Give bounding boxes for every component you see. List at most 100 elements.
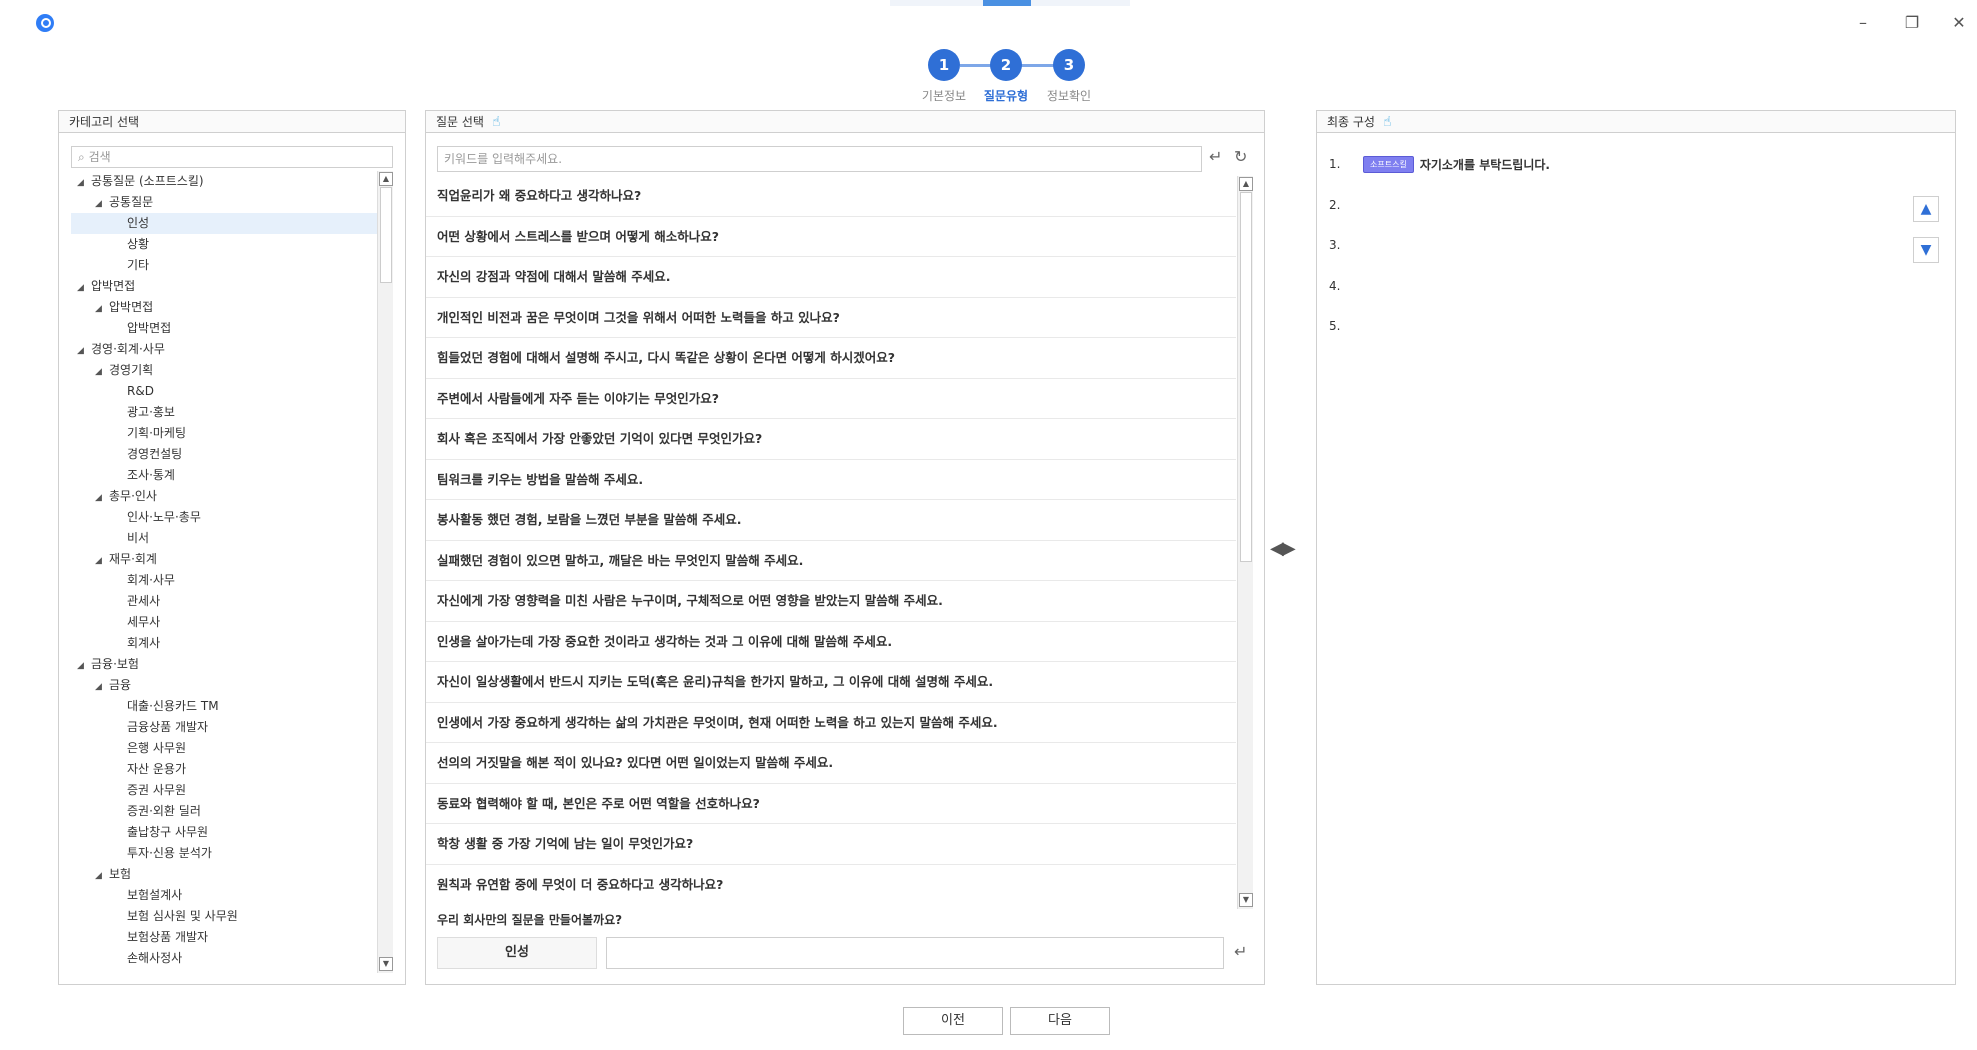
- tree-item[interactable]: ◢ 경영·회계·사무: [71, 339, 377, 360]
- question-item[interactable]: 실패했던 경험이 있으면 말하고, 깨달은 바는 무엇인지 말씀해 주세요.: [426, 541, 1236, 581]
- scroll-down-icon[interactable]: ▼: [1239, 893, 1253, 907]
- submit-enter-icon[interactable]: ↵: [1234, 942, 1247, 961]
- question-item[interactable]: 인생에서 가장 중요하게 생각하는 삶의 가치관은 무엇이며, 현재 어떠한 노…: [426, 703, 1236, 743]
- final-item[interactable]: 5.: [1329, 316, 1363, 336]
- final-item[interactable]: 4.: [1329, 276, 1363, 296]
- expand-triangle-icon[interactable]: ◢: [95, 677, 109, 696]
- next-button[interactable]: 다음: [1010, 1007, 1110, 1035]
- question-item[interactable]: 학창 생활 중 가장 기억에 남는 일이 무엇인가요?: [426, 824, 1236, 865]
- tree-item[interactable]: 압박면접: [71, 318, 377, 339]
- tree-item[interactable]: ◢ 공통질문: [71, 192, 377, 213]
- expand-triangle-icon[interactable]: ◢: [77, 656, 91, 675]
- tree-item[interactable]: 인성: [71, 213, 377, 234]
- expand-triangle-icon[interactable]: ◢: [77, 278, 91, 297]
- expand-triangle-icon[interactable]: ◢: [77, 341, 91, 360]
- expand-triangle-icon[interactable]: ◢: [95, 488, 109, 507]
- tree-item[interactable]: 증권·외환 딜러: [71, 801, 377, 822]
- keyword-search-input[interactable]: 키워드를 입력해주세요.: [437, 146, 1202, 172]
- tree-item[interactable]: ◢ 보험: [71, 864, 377, 885]
- tree-item[interactable]: R&D: [71, 381, 377, 402]
- tree-item[interactable]: ◢ 금융: [71, 675, 377, 696]
- close-button[interactable]: ✕: [1944, 10, 1974, 36]
- tree-item[interactable]: 회계사: [71, 633, 377, 654]
- expand-triangle-icon[interactable]: ◢: [95, 194, 109, 213]
- tree-item[interactable]: 출납창구 사무원: [71, 822, 377, 843]
- tree-item[interactable]: ◢ 공통질문 (소프트스킬): [71, 171, 377, 192]
- tree-item[interactable]: 대출·신용카드 TM: [71, 696, 377, 717]
- final-item[interactable]: 1. 소프트스킬 자기소개를 부탁드립니다.: [1329, 154, 1550, 174]
- tree-item[interactable]: ◢ 경영기획: [71, 360, 377, 381]
- tree-item[interactable]: 경영컨설팅: [71, 444, 377, 465]
- scroll-thumb[interactable]: [1240, 192, 1252, 562]
- question-item[interactable]: 자신에게 가장 영향력을 미친 사람은 누구이며, 구체적으로 어떤 영향을 받…: [426, 581, 1236, 622]
- scroll-thumb[interactable]: [380, 187, 392, 283]
- question-item[interactable]: 회사 혹은 조직에서 가장 안좋았던 기억이 있다면 무엇인가요?: [426, 419, 1236, 460]
- expand-triangle-icon[interactable]: ◢: [77, 173, 91, 192]
- move-up-button[interactable]: ▲: [1913, 196, 1939, 222]
- tree-item[interactable]: 관세사: [71, 591, 377, 612]
- question-item[interactable]: 자신이 일상생활에서 반드시 지키는 도덕(혹은 윤리)규칙을 한가지 말하고,…: [426, 662, 1236, 703]
- tree-item[interactable]: 상황: [71, 234, 377, 255]
- tree-item[interactable]: 광고·홍보: [71, 402, 377, 423]
- tree-item[interactable]: 보험상품 개발자: [71, 927, 377, 948]
- question-item[interactable]: 팀워크를 키우는 방법을 말씀해 주세요.: [426, 460, 1236, 500]
- tree-item[interactable]: 보험 심사원 및 사무원: [71, 906, 377, 927]
- question-item[interactable]: 인생을 살아가는데 가장 중요한 것이라고 생각하는 것과 그 이유에 대해 말…: [426, 622, 1236, 662]
- tree-item[interactable]: 투자·신용 분석가: [71, 843, 377, 864]
- question-item[interactable]: 원칙과 유연함 중에 무엇이 더 중요하다고 생각하나요?: [426, 865, 1236, 902]
- tree-item[interactable]: 세무사: [71, 612, 377, 633]
- tree-item[interactable]: 자산 운용가: [71, 759, 377, 780]
- tree-item[interactable]: 조사·통계: [71, 465, 377, 486]
- tree-item[interactable]: 보험설계사: [71, 885, 377, 906]
- question-item[interactable]: 동료와 협력해야 할 때, 본인은 주로 어떤 역할을 선호하나요?: [426, 784, 1236, 824]
- enter-icon[interactable]: ↵: [1209, 147, 1222, 166]
- question-item[interactable]: 직업윤리가 왜 중요하다고 생각하나요?: [426, 176, 1236, 217]
- tree-item[interactable]: ◢ 금융·보험: [71, 654, 377, 675]
- tree-item[interactable]: 인사·노무·총무: [71, 507, 377, 528]
- question-item[interactable]: 주변에서 사람들에게 자주 듣는 이야기는 무엇인가요?: [426, 379, 1236, 419]
- question-panel-title: 질문 선택: [436, 115, 484, 129]
- minimize-button[interactable]: –: [1848, 10, 1878, 36]
- restore-button[interactable]: ❐: [1897, 10, 1927, 36]
- tree-item[interactable]: 비서: [71, 528, 377, 549]
- tree-item[interactable]: ◢ 압박면접: [71, 297, 377, 318]
- custom-question-input[interactable]: [606, 937, 1224, 969]
- tree-item[interactable]: 기획·마케팅: [71, 423, 377, 444]
- tree-item[interactable]: 금융상품 개발자: [71, 717, 377, 738]
- expand-triangle-icon[interactable]: ◢: [95, 551, 109, 570]
- question-scrollbar[interactable]: ▲ ▼: [1237, 176, 1253, 909]
- tree-item[interactable]: ◢ 총무·인사: [71, 486, 377, 507]
- expand-triangle-icon[interactable]: ◢: [95, 299, 109, 318]
- arrow-down-icon: ▼: [1920, 242, 1932, 258]
- expand-triangle-icon[interactable]: ◢: [95, 362, 109, 381]
- tree-item[interactable]: 기타: [71, 255, 377, 276]
- tree-item[interactable]: 은행 사무원: [71, 738, 377, 759]
- scroll-up-icon[interactable]: ▲: [379, 172, 393, 186]
- question-item[interactable]: 개인적인 비전과 꿈은 무엇이며 그것을 위해서 어떠한 노력들을 하고 있나요…: [426, 298, 1236, 338]
- refresh-icon[interactable]: ↻: [1234, 147, 1247, 166]
- tree-item[interactable]: 손해사정사: [71, 948, 377, 969]
- tree-item[interactable]: 증권 사무원: [71, 780, 377, 801]
- question-item[interactable]: 자신의 강점과 약점에 대해서 말씀해 주세요.: [426, 257, 1236, 298]
- move-down-button[interactable]: ▼: [1913, 237, 1939, 263]
- tree-item[interactable]: ◢ 재무·회계: [71, 549, 377, 570]
- question-item[interactable]: 봉사활동 했던 경험, 보람을 느꼈던 부분을 말씀해 주세요.: [426, 500, 1236, 541]
- move-left-icon[interactable]: ◀: [1270, 538, 1284, 559]
- final-item[interactable]: 3.: [1329, 235, 1363, 255]
- tree-item[interactable]: 회계·사무: [71, 570, 377, 591]
- move-arrows[interactable]: ◀▶: [1270, 538, 1296, 559]
- expand-triangle-icon[interactable]: ◢: [95, 866, 109, 885]
- question-item[interactable]: 선의의 거짓말을 해본 적이 있나요? 있다면 어떤 일이었는지 말씀해 주세요…: [426, 743, 1236, 784]
- category-search-input[interactable]: ⌕ 검색: [71, 146, 393, 168]
- scroll-down-icon[interactable]: ▼: [379, 957, 393, 971]
- question-item[interactable]: 어떤 상황에서 스트레스를 받으며 어떻게 해소하나요?: [426, 217, 1236, 257]
- tree-item-label: 은행 사무원: [127, 741, 187, 755]
- tree-item-label: 출납창구 사무원: [127, 825, 209, 839]
- scroll-up-icon[interactable]: ▲: [1239, 177, 1253, 191]
- prev-button[interactable]: 이전: [903, 1007, 1003, 1035]
- tree-item[interactable]: ◢ 압박면접: [71, 276, 377, 297]
- question-item[interactable]: 힘들었던 경험에 대해서 설명해 주시고, 다시 똑같은 상황이 온다면 어떻게…: [426, 338, 1236, 379]
- category-scrollbar[interactable]: ▲ ▼: [377, 171, 393, 973]
- final-item[interactable]: 2.: [1329, 195, 1363, 215]
- move-right-icon[interactable]: ▶: [1282, 538, 1296, 559]
